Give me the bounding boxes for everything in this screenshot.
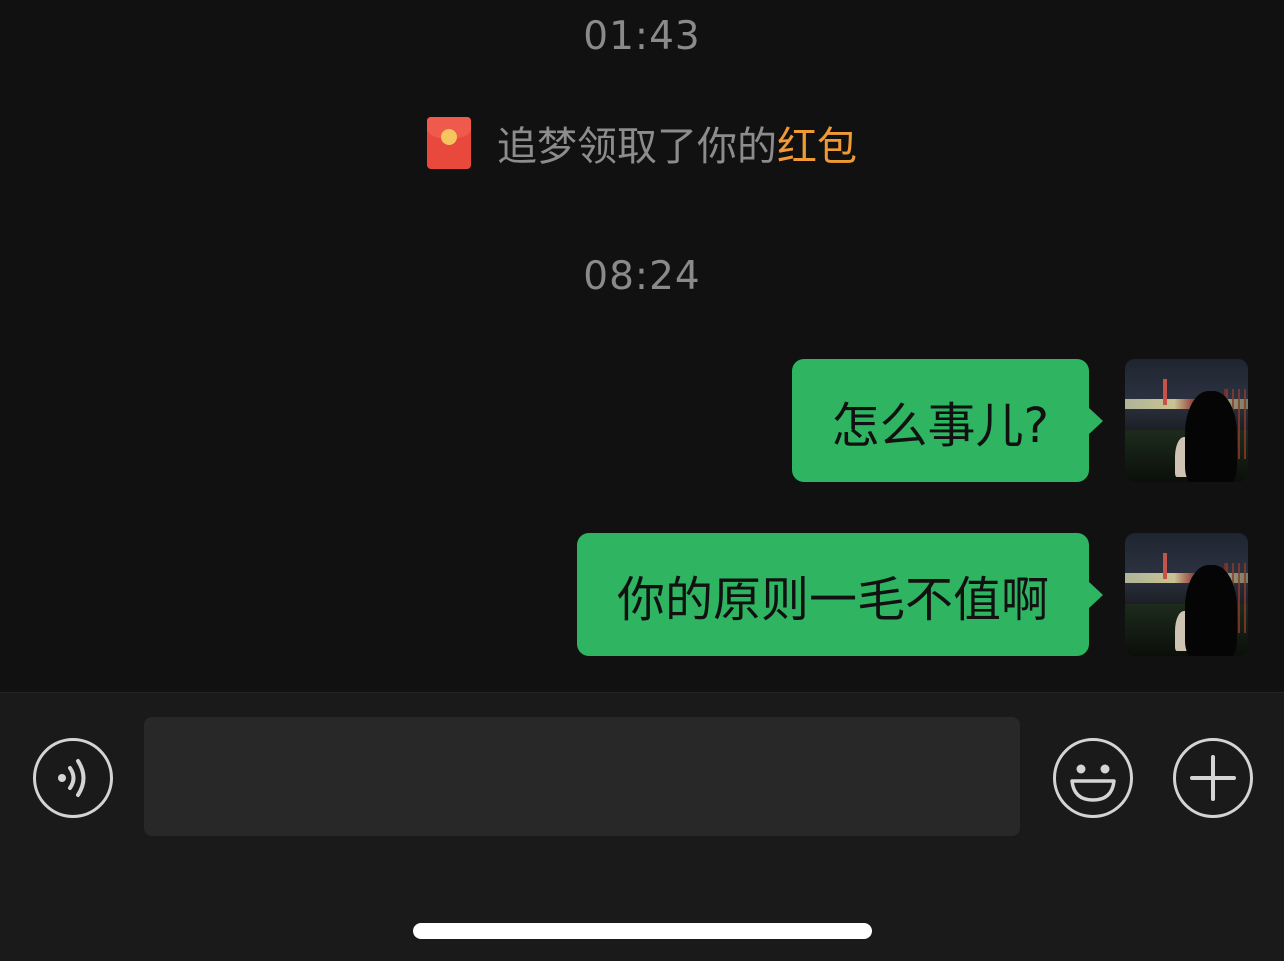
message-row: 你的原则一毛不值啊 [576, 533, 1248, 656]
system-message: 追梦领取了你的 红包 [0, 114, 1284, 172]
avatar-tower [1163, 553, 1167, 579]
plus-button[interactable] [1173, 738, 1253, 818]
emoji-icon [1070, 764, 1116, 802]
message-bubble[interactable]: 你的原则一毛不值啊 [576, 533, 1104, 656]
avatar-person-silhouette [1185, 391, 1237, 482]
red-packet-link[interactable]: 红包 [777, 114, 857, 172]
message-input[interactable] [144, 717, 1020, 836]
avatar[interactable] [1125, 359, 1248, 482]
home-indicator[interactable] [413, 923, 872, 939]
emoji-button[interactable] [1053, 738, 1133, 818]
input-bar [0, 692, 1284, 961]
chat-screen: 01:43 追梦领取了你的 红包 08:24 怎么事儿? 你的原则一毛不值啊 [0, 0, 1284, 961]
avatar[interactable] [1125, 533, 1248, 656]
message-row: 怎么事儿? [791, 359, 1248, 482]
plus-icon [1190, 755, 1236, 801]
system-message-text: 追梦领取了你的 [497, 124, 777, 170]
voice-button[interactable] [33, 738, 113, 818]
avatar-person-silhouette [1185, 565, 1237, 656]
avatar-tower [1163, 379, 1167, 405]
timestamp: 01:43 [583, 14, 701, 59]
red-packet-icon [427, 117, 471, 169]
message-bubble[interactable]: 怎么事儿? [791, 359, 1104, 482]
timestamp: 08:24 [583, 254, 701, 299]
voice-icon [58, 759, 86, 797]
